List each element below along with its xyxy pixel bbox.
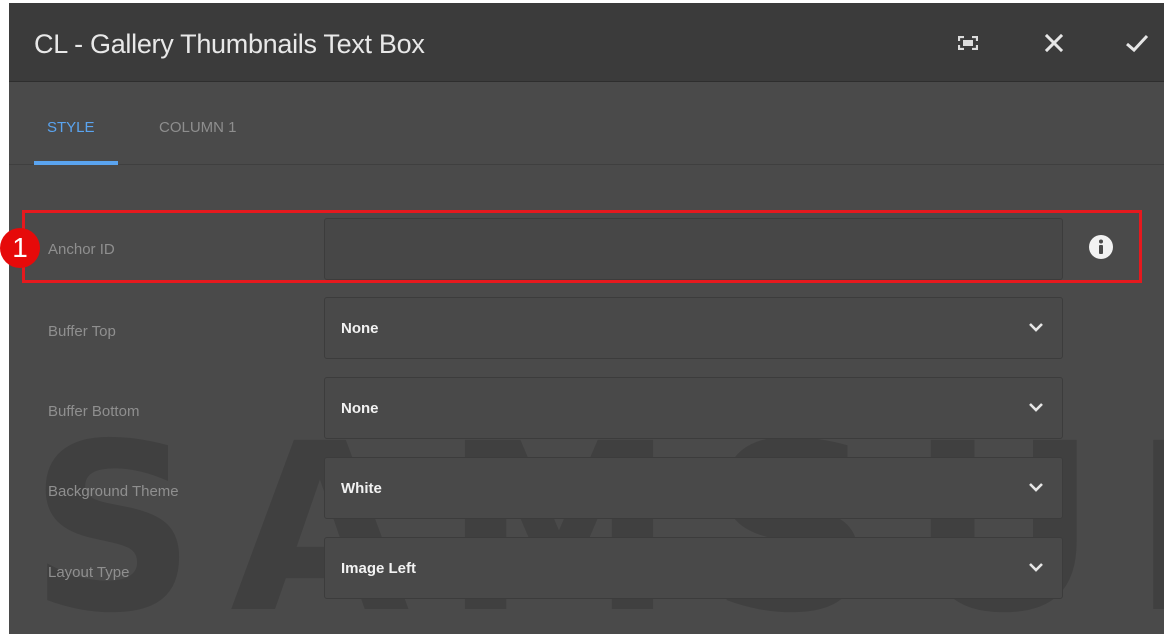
dialog-title: CL - Gallery Thumbnails Text Box — [34, 29, 425, 59]
info-icon[interactable] — [1089, 235, 1113, 264]
tab-style[interactable]: STYLE — [47, 119, 95, 136]
fullscreen-icon[interactable] — [950, 25, 986, 61]
layout-type-row: Layout Type Image Left — [9, 537, 1164, 607]
tab-bar: STYLE COLUMN 1 — [9, 83, 1164, 165]
anchor-id-input[interactable] — [324, 218, 1063, 280]
buffer-top-row: Buffer Top None — [9, 297, 1164, 367]
chevron-down-icon — [1029, 403, 1043, 412]
buffer-bottom-label: Buffer Bottom — [48, 403, 140, 420]
chevron-down-icon — [1029, 483, 1043, 492]
buffer-top-label: Buffer Top — [48, 323, 116, 340]
annotation-badge: 1 — [0, 228, 40, 268]
anchor-id-label: Anchor ID — [48, 241, 115, 258]
buffer-top-select[interactable]: None — [324, 297, 1063, 359]
active-tab-indicator — [34, 161, 118, 165]
check-icon[interactable] — [1119, 25, 1155, 61]
background-theme-row: Background Theme White — [9, 457, 1164, 527]
dialog: SAMSUNG CL - Gallery Thumbnails Text Box… — [9, 3, 1164, 634]
background-theme-select[interactable]: White — [324, 457, 1063, 519]
close-icon[interactable] — [1036, 25, 1072, 61]
anchor-id-row: Anchor ID — [9, 216, 1164, 286]
layout-type-label: Layout Type — [48, 564, 130, 581]
chevron-down-icon — [1029, 563, 1043, 572]
background-theme-label: Background Theme — [48, 483, 179, 500]
layout-type-select[interactable]: Image Left — [324, 537, 1063, 599]
dialog-titlebar: CL - Gallery Thumbnails Text Box — [9, 3, 1164, 82]
buffer-bottom-row: Buffer Bottom None — [9, 377, 1164, 447]
chevron-down-icon — [1029, 323, 1043, 332]
tab-column-1[interactable]: COLUMN 1 — [159, 119, 237, 136]
buffer-bottom-select[interactable]: None — [324, 377, 1063, 439]
